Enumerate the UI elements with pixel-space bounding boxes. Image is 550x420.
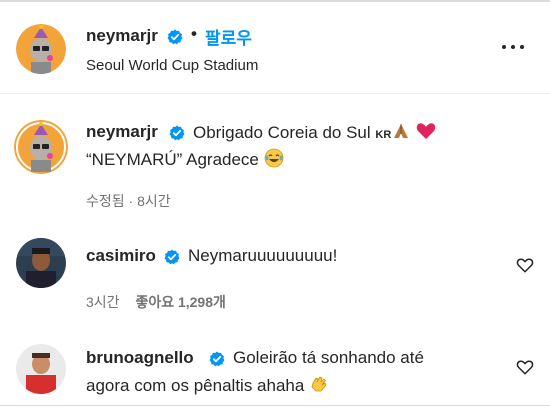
comment-text: Goleirão tá sonhando até <box>233 348 424 367</box>
casimiro-avatar[interactable] <box>16 238 66 288</box>
caption-text-line2: “NEYMARÚ” Agradece <box>86 148 284 173</box>
clapping-hand-icon <box>309 374 329 399</box>
caption-text-line1: Obrigado Coreia do Sul KR <box>193 122 436 145</box>
separator-dot: • <box>191 24 197 43</box>
verified-badge-icon <box>167 29 183 45</box>
header-username[interactable]: neymarjr <box>86 26 158 46</box>
red-heart-icon <box>416 122 436 145</box>
comment-text: agora com os pênaltis ahaha <box>86 375 305 395</box>
caption-avatar[interactable] <box>14 120 68 174</box>
comment-time: 3시간 <box>86 294 120 310</box>
follow-button[interactable]: 팔로우 <box>205 24 252 49</box>
caption-text: “NEYMARÚ” Agradece <box>86 149 259 169</box>
comment-text: Neymaruuuuuuuuu! <box>188 246 338 265</box>
neymarjr-avatar[interactable] <box>16 24 66 74</box>
comment-likes[interactable]: 좋아요 1,298개 <box>135 294 225 310</box>
laughing-tears-emoji-icon <box>264 148 284 173</box>
comment-username[interactable]: casimiro <box>86 246 156 266</box>
verified-badge-icon <box>209 351 225 367</box>
verified-badge-icon <box>169 125 185 141</box>
comment-text-line2: agora com os pênaltis ahaha <box>86 374 329 399</box>
caption-meta: 수정됨 · 8시간 <box>86 193 171 209</box>
location-link[interactable]: Seoul World Cup Stadium <box>86 57 258 74</box>
kr-flag-text: KR <box>375 128 392 141</box>
bottom-divider <box>0 405 550 406</box>
more-options-icon[interactable] <box>500 42 526 52</box>
comment-username[interactable]: brunoagnello <box>86 348 194 368</box>
verified-badge-icon <box>164 249 180 265</box>
heart-outline-icon[interactable] <box>516 358 534 376</box>
comment-meta: 3시간 좋아요 1,298개 <box>86 292 226 312</box>
caption-text: Obrigado Coreia do Sul <box>193 122 371 142</box>
praying-hands-icon <box>391 122 411 145</box>
heart-outline-icon[interactable] <box>516 256 534 274</box>
brunoagnello-avatar[interactable] <box>16 344 66 394</box>
caption-username[interactable]: neymarjr <box>86 122 158 142</box>
post-header: neymarjr • 팔로우 Seoul World Cup Stadium <box>0 2 550 94</box>
